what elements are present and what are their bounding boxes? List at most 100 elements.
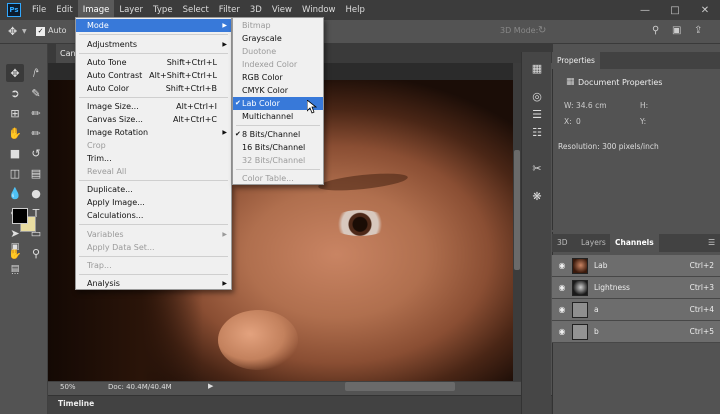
maximize-icon[interactable]: □	[660, 0, 690, 20]
menu-item-mode[interactable]: Mode ▶	[76, 19, 231, 32]
quick-select-tool-icon[interactable]: ✎	[27, 84, 45, 102]
menu-item-calculations[interactable]: Calculations...	[76, 209, 231, 222]
x-value[interactable]: 0	[576, 117, 581, 126]
3d-panel-icon[interactable]: ❋	[529, 188, 545, 204]
lasso-tool-icon[interactable]: ➲	[6, 84, 24, 102]
auto-select-checkbox[interactable]: ✓	[36, 27, 45, 36]
image-menu: Mode ▶ Adjustments ▶ Auto Tone Shift+Ctrl+L…	[75, 17, 232, 290]
mode-item-duotone: Duotone	[242, 47, 277, 56]
dodge-tool-icon[interactable]: ●	[27, 184, 45, 202]
tab-3d[interactable]: 3D	[552, 234, 573, 252]
menu-item-duplicate[interactable]: Duplicate...	[76, 183, 231, 196]
checkmark-icon: ✔	[235, 130, 241, 138]
menu-item-analysis[interactable]: Analysis ▶	[76, 277, 231, 290]
width-value[interactable]: 34.6 cm	[576, 101, 607, 110]
channel-thumbnail	[572, 301, 588, 318]
screen-mode-icon[interactable]: ▤	[6, 260, 24, 278]
share-icon[interactable]: ⇪	[694, 25, 702, 36]
mode-item-16-bits[interactable]: 16 Bits/Channel	[233, 141, 323, 154]
menu-separator	[79, 34, 228, 35]
visibility-eye-icon[interactable]: ◉	[555, 261, 569, 270]
horizontal-scroll-thumb[interactable]	[345, 382, 455, 391]
properties-title: Document Properties	[578, 78, 663, 87]
menu-file[interactable]: File	[27, 0, 51, 20]
checkmark-icon: ✔	[235, 99, 241, 107]
quick-mask-icon[interactable]: ▣	[6, 238, 24, 256]
channel-shortcut: Ctrl+2	[689, 261, 714, 270]
menu-item-auto-color[interactable]: Auto Color Shift+Ctrl+B	[76, 82, 231, 95]
menu-item-image-size[interactable]: Image Size... Alt+Ctrl+I	[76, 100, 231, 113]
menu-item-auto-contrast[interactable]: Auto Contrast Alt+Shift+Ctrl+L	[76, 69, 231, 82]
crop-tool-icon[interactable]: ⊞	[6, 104, 24, 122]
timeline-tab[interactable]: Timeline	[58, 399, 94, 408]
visibility-eye-icon[interactable]: ◉	[555, 327, 569, 336]
status-arrow-icon[interactable]: ▶	[208, 382, 213, 390]
levels-panel-icon[interactable]: ☷	[529, 124, 545, 140]
vertical-scroll-thumb[interactable]	[514, 150, 520, 270]
history-brush-tool-icon[interactable]: ↺	[27, 144, 45, 162]
zoom-level[interactable]: 50%	[60, 383, 76, 391]
clone-stamp-tool-icon[interactable]: ■	[6, 144, 24, 162]
gradient-tool-icon[interactable]: ▤	[27, 164, 45, 182]
channel-name: b	[594, 327, 599, 336]
menu-item-auto-tone[interactable]: Auto Tone Shift+Ctrl+L	[76, 56, 231, 69]
visibility-eye-icon[interactable]: ◉	[555, 305, 569, 314]
brush-tool-icon[interactable]: ✏	[27, 124, 45, 142]
menu-item-trim[interactable]: Trim...	[76, 152, 231, 165]
adjustments-panel-icon[interactable]: ◎	[529, 88, 545, 104]
blur-tool-icon[interactable]: 💧	[6, 184, 24, 202]
menu-edit[interactable]: Edit	[51, 0, 77, 20]
menu-separator	[236, 125, 320, 126]
tool-preset-arrow-icon[interactable]: ▼	[22, 28, 27, 35]
menu-item-adjustments[interactable]: Adjustments ▶	[76, 38, 231, 51]
menu-separator	[79, 180, 228, 181]
workspace-icon[interactable]: ▣	[672, 25, 681, 36]
nose	[218, 310, 298, 370]
menu-separator	[79, 224, 228, 225]
sliders-panel-icon[interactable]: ☰	[529, 106, 545, 122]
panel-icon-strip: ▦ ◎ ☰ ☷ ✂ ❋	[521, 52, 551, 414]
menu-item-variables: Variables ▶	[87, 230, 227, 239]
channel-shortcut: Ctrl+3	[689, 283, 714, 292]
mode-item-cmyk-color[interactable]: CMYK Color	[233, 84, 323, 97]
tab-channels[interactable]: Channels	[610, 234, 659, 252]
mode-item-indexed-color: Indexed Color	[242, 60, 298, 69]
channel-shortcut: Ctrl+5	[689, 327, 714, 336]
doc-size: Doc: 40.4M/40.4M	[108, 383, 172, 391]
foreground-color-swatch[interactable]	[12, 208, 28, 224]
channel-row-lab[interactable]: ◉ Lab Ctrl+2	[552, 255, 720, 277]
menu-separator	[79, 53, 228, 54]
visibility-eye-icon[interactable]: ◉	[555, 283, 569, 292]
eyedropper-tool-icon[interactable]: ✏	[27, 104, 45, 122]
channel-row-a[interactable]: ◉ a Ctrl+4	[552, 299, 720, 321]
tab-layers[interactable]: Layers	[576, 234, 611, 252]
healing-brush-tool-icon[interactable]: ✋	[6, 124, 24, 142]
minimize-icon[interactable]: —	[630, 0, 660, 20]
menu-item-apply-image[interactable]: Apply Image...	[76, 196, 231, 209]
properties-panel-icon[interactable]: ▦	[529, 60, 545, 76]
submenu-arrow-icon: ▶	[222, 41, 227, 48]
marquee-tool-icon[interactable]: ⭚	[27, 64, 45, 82]
menu-item-image-rotation[interactable]: Image Rotation ▶	[76, 126, 231, 139]
eraser-tool-icon[interactable]: ◫	[6, 164, 24, 182]
menu-item-canvas-size[interactable]: Canvas Size... Alt+Ctrl+C	[76, 113, 231, 126]
search-icon[interactable]: ⚲	[652, 25, 659, 36]
channel-row-b[interactable]: ◉ b Ctrl+5	[552, 321, 720, 343]
mode-item-rgb-color[interactable]: RGB Color	[233, 71, 323, 84]
3d-orbit-icon[interactable]: ↻	[538, 25, 546, 36]
mode-item-grayscale[interactable]: Grayscale	[233, 32, 323, 45]
zoom-tool-icon[interactable]: ⚲	[27, 244, 45, 262]
panel-options-icon[interactable]: ☰	[708, 238, 715, 247]
mode-item-color-table: Color Table...	[242, 174, 294, 183]
mouse-pointer-icon	[307, 100, 317, 114]
channel-row-lightness[interactable]: ◉ Lightness Ctrl+3	[552, 277, 720, 299]
channel-thumbnail	[572, 323, 588, 340]
menu-separator	[79, 274, 228, 275]
menu-help[interactable]: Help	[341, 0, 370, 20]
move-tool-icon[interactable]: ✥	[6, 64, 24, 82]
menu-item-reveal-all: Reveal All	[87, 167, 127, 176]
close-icon[interactable]: ✕	[690, 0, 720, 20]
mode-item-8-bits[interactable]: ✔ 8 Bits/Channel	[233, 128, 323, 141]
properties-tab[interactable]: Properties	[552, 52, 600, 69]
tool-presets-icon[interactable]: ✂	[529, 160, 545, 176]
